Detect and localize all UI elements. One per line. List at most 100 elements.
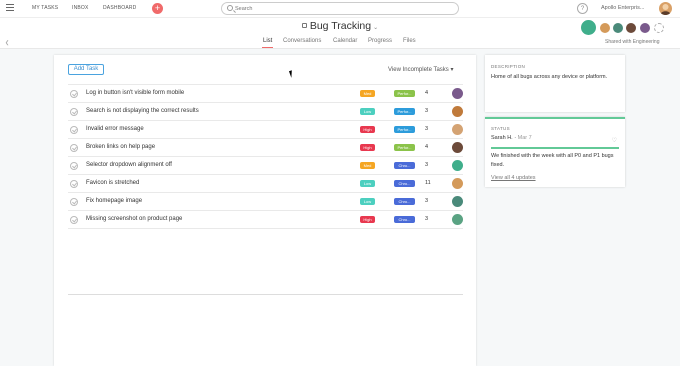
- platform-tag[interactable]: Perfor...: [394, 144, 415, 151]
- project-header: Bug Tracking ⌄ ❮ List Conversations Calen…: [0, 18, 680, 49]
- view-filter-dropdown[interactable]: View Incomplete Tasks ▾: [388, 66, 454, 73]
- heart-icon[interactable]: ♡: [612, 137, 617, 144]
- task-row[interactable]: Invalid error message High Perfor... 3: [68, 120, 463, 138]
- platform-tag[interactable]: Chro...: [394, 180, 415, 187]
- assignee-avatar[interactable]: [452, 214, 463, 225]
- add-member-icon[interactable]: [654, 23, 664, 33]
- assignee-avatar[interactable]: [452, 106, 463, 117]
- member-avatar[interactable]: [600, 23, 610, 33]
- hamburger-icon[interactable]: [6, 4, 14, 12]
- member-avatar[interactable]: [640, 23, 650, 33]
- task-count: 3: [425, 216, 429, 222]
- nav-my-tasks[interactable]: MY TASKS: [32, 5, 58, 11]
- shared-with-text: Shared with Engineering: [605, 39, 660, 45]
- project-title-row[interactable]: Bug Tracking ⌄: [0, 20, 680, 32]
- assignee-avatar[interactable]: [452, 178, 463, 189]
- complete-task-check-icon[interactable]: [70, 180, 78, 188]
- search-icon: [227, 5, 233, 11]
- help-button[interactable]: ?: [577, 3, 588, 14]
- collapse-sidebar-icon[interactable]: ❮: [5, 40, 9, 46]
- priority-tag[interactable]: Low: [360, 198, 375, 205]
- tab-calendar[interactable]: Calendar: [333, 38, 357, 44]
- status-text: We finished with the week with all P0 an…: [491, 153, 614, 168]
- complete-task-check-icon[interactable]: [70, 216, 78, 224]
- member-avatar[interactable]: [626, 23, 636, 33]
- task-row[interactable]: Selector dropdown alignment off Med Chro..…: [68, 156, 463, 174]
- priority-tag[interactable]: Med: [360, 90, 375, 97]
- status-card[interactable]: STATUS Sarah H. · Mar 7 ♡ We finished wi…: [485, 117, 625, 187]
- task-count: 11: [425, 180, 431, 186]
- tab-progress[interactable]: Progress: [368, 38, 392, 44]
- task-name[interactable]: Favicon is stretched: [86, 180, 139, 186]
- assignee-avatar[interactable]: [452, 160, 463, 171]
- task-row[interactable]: Search is not displaying the correct res…: [68, 102, 463, 120]
- list-divider: [68, 294, 463, 295]
- task-row[interactable]: Missing screenshot on product page High Ch…: [68, 210, 463, 228]
- description-card[interactable]: DESCRIPTION Home of all bugs across any …: [485, 55, 625, 112]
- task-name[interactable]: Log in button isn't visible form mobile: [86, 90, 184, 96]
- assignee-avatar[interactable]: [452, 142, 463, 153]
- platform-tag[interactable]: Perfor...: [394, 90, 415, 97]
- task-row[interactable]: Log in button isn't visible form mobile M…: [68, 84, 463, 102]
- priority-tag[interactable]: High: [360, 216, 375, 223]
- platform-tag[interactable]: Chro...: [394, 216, 415, 223]
- lock-icon: [301, 23, 307, 28]
- task-name[interactable]: Selector dropdown alignment off: [86, 162, 172, 168]
- status-author-line: Sarah H. · Mar 7: [491, 135, 532, 141]
- task-name[interactable]: Fix homepage image: [86, 198, 142, 204]
- platform-tag[interactable]: Perfor...: [394, 108, 415, 115]
- status-author[interactable]: Sarah H.: [491, 135, 513, 141]
- task-row[interactable]: Broken links on help page High Perfor... 4: [68, 138, 463, 156]
- nav-dashboard[interactable]: DASHBOARD: [103, 5, 136, 11]
- platform-tag[interactable]: Chro...: [394, 162, 415, 169]
- task-count: 4: [425, 144, 429, 150]
- complete-task-check-icon[interactable]: [70, 126, 78, 134]
- status-date: Mar 7: [517, 135, 532, 141]
- priority-tag[interactable]: Low: [360, 180, 375, 187]
- priority-tag[interactable]: High: [360, 144, 375, 151]
- assignee-avatar[interactable]: [452, 88, 463, 99]
- task-name[interactable]: Search is not displaying the correct res…: [86, 108, 199, 114]
- task-count: 3: [425, 108, 429, 114]
- project-title[interactable]: Bug Tracking: [310, 20, 371, 32]
- status-color-bar: [491, 147, 619, 149]
- task-count: 4: [425, 90, 429, 96]
- complete-task-check-icon[interactable]: [70, 108, 78, 116]
- priority-tag[interactable]: Med: [360, 162, 375, 169]
- task-count: 3: [425, 126, 429, 132]
- member-avatar[interactable]: [613, 23, 623, 33]
- assignee-avatar[interactable]: [452, 124, 463, 135]
- view-updates-link[interactable]: View all 4 updates: [491, 175, 536, 181]
- priority-tag[interactable]: High: [360, 126, 375, 133]
- complete-task-check-icon[interactable]: [70, 90, 78, 98]
- complete-task-check-icon[interactable]: [70, 144, 78, 152]
- nav-inbox[interactable]: INBOX: [72, 5, 89, 11]
- tab-files[interactable]: Files: [403, 38, 416, 44]
- organization-name[interactable]: Apollo Enterpris...: [601, 5, 644, 11]
- priority-tag[interactable]: Low: [360, 108, 375, 115]
- task-name[interactable]: Invalid error message: [86, 126, 144, 132]
- complete-task-check-icon[interactable]: [70, 162, 78, 170]
- task-name[interactable]: Missing screenshot on product page: [86, 216, 182, 222]
- description-text[interactable]: Home of all bugs across any device or pl…: [491, 73, 619, 82]
- task-row[interactable]: Favicon is stretched Low Chro... 11: [68, 174, 463, 192]
- tab-list[interactable]: List: [261, 38, 274, 48]
- platform-tag[interactable]: Perfor...: [394, 126, 415, 133]
- add-task-button[interactable]: Add Task: [68, 64, 104, 75]
- description-label: DESCRIPTION: [491, 64, 526, 69]
- search-input[interactable]: [235, 4, 445, 13]
- search-bar[interactable]: [221, 2, 459, 15]
- platform-tag[interactable]: Chro...: [394, 198, 415, 205]
- tab-conversations[interactable]: Conversations: [283, 38, 321, 44]
- chevron-down-icon[interactable]: ⌄: [373, 25, 378, 31]
- top-navigation-bar: MY TASKS INBOX DASHBOARD + ? Apollo Ente…: [0, 0, 680, 18]
- member-avatar[interactable]: [581, 20, 596, 35]
- task-row[interactable]: Fix homepage image Low Chro... 3: [68, 192, 463, 210]
- task-name[interactable]: Broken links on help page: [86, 144, 155, 150]
- user-avatar[interactable]: [659, 2, 672, 15]
- task-count: 3: [425, 198, 429, 204]
- assignee-avatar[interactable]: [452, 196, 463, 207]
- quick-add-button[interactable]: +: [152, 3, 163, 14]
- list-end-border: [68, 228, 463, 229]
- complete-task-check-icon[interactable]: [70, 198, 78, 206]
